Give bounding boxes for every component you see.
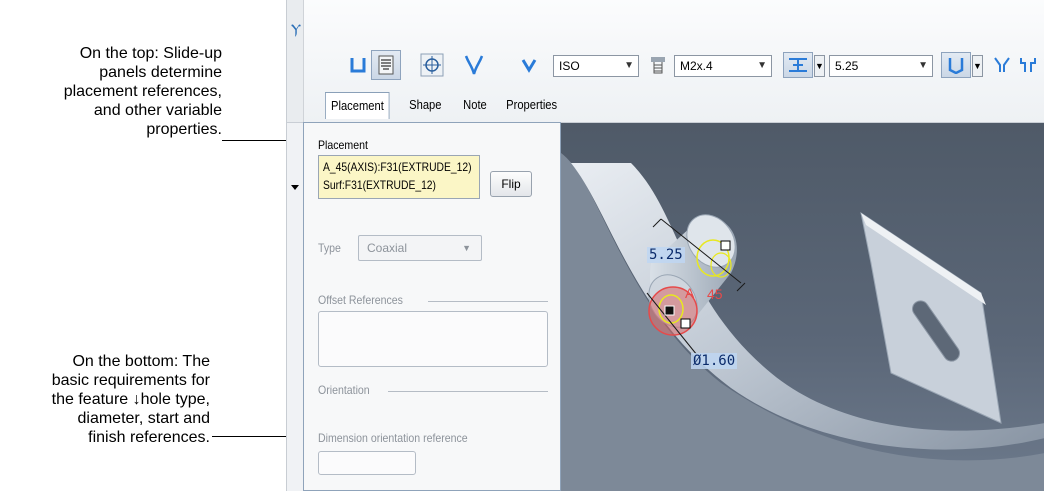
axis-number-label: 45 [707, 286, 723, 302]
chevron-down-icon [291, 185, 299, 190]
drill-depth-icon[interactable] [941, 52, 971, 78]
slideup-tab-bar: Placement Shape Note Properties [325, 92, 577, 119]
dimension-orientation-collector[interactable] [318, 451, 416, 475]
callout-line: panels determine [99, 64, 222, 81]
hole-dashboard: Ⲩ ISO ▼ M2x.4 ▼ ▼ 5.25 ▼ ▼ Placement Sha… [287, 0, 1044, 123]
callout-line: On the bottom: The [72, 353, 210, 370]
countersink-icon[interactable] [991, 50, 1013, 80]
screw-size-value: M2x.4 [680, 59, 713, 73]
diameter-drag-handle [680, 318, 691, 329]
placement-panel: Placement A_45(AXIS):F31(EXTRUDE_12) Sur… [303, 122, 561, 491]
tab-shape[interactable]: Shape [404, 92, 447, 118]
depth-value: 5.25 [835, 59, 859, 73]
chevron-down-icon: ▼ [918, 60, 928, 71]
placement-type-value: Coaxial [367, 241, 408, 255]
callout-line: the feature ↓hole type, [51, 391, 210, 408]
bottom-callout: On the bottom: The basic requirements fo… [0, 352, 210, 447]
chevron-down-icon[interactable]: ▼ [972, 55, 983, 77]
offset-references-label: Offset References [318, 293, 403, 307]
dimension-orientation-label: Dimension orientation reference [318, 431, 468, 445]
tab-placement[interactable]: Placement [325, 92, 390, 119]
callout-line: properties. [146, 121, 222, 138]
orientation-label: Orientation [318, 383, 370, 397]
flip-button[interactable]: Flip [490, 171, 532, 197]
tab-note[interactable]: Note [458, 92, 492, 118]
screw-icon[interactable] [647, 50, 669, 80]
axis-name-label: A [685, 285, 695, 301]
graphics-window[interactable]: 5.25 A 45 Ø1.60 [561, 123, 1044, 491]
diameter-dimension-label[interactable]: Ø1.60 [691, 353, 738, 369]
primary-reference[interactable]: A_45(AXIS):F31(EXTRUDE_12) [323, 158, 472, 176]
type-label: Type [318, 241, 341, 255]
callout-line: diameter, start and [77, 410, 210, 427]
depth-dimension-label[interactable]: 5.25 [647, 247, 685, 263]
hole-feature-icon: Ⲩ [291, 22, 302, 38]
depth-blind-icon[interactable] [783, 52, 813, 78]
model-render [561, 153, 1044, 491]
placement-drag-handle [664, 305, 675, 316]
tab-properties[interactable]: Properties [501, 92, 562, 118]
standard-hole-icon[interactable] [371, 50, 401, 80]
thread-icon[interactable] [459, 50, 489, 80]
callout-line: On the top: Slide-up [79, 45, 222, 62]
sketch-hole-icon[interactable] [417, 50, 447, 80]
depth-drag-handle [720, 240, 731, 251]
dashboard-strip [287, 0, 304, 122]
bottom-callout-arrow [212, 436, 292, 437]
thread-standard-value: ISO [559, 59, 580, 73]
chevron-down-icon[interactable]: ▼ [814, 55, 825, 77]
secondary-reference[interactable]: Surf:F31(EXTRUDE_12) [323, 176, 454, 194]
chevron-down-icon: ▼ [757, 60, 767, 71]
divider [428, 301, 548, 302]
callout-line: placement references, [63, 83, 222, 100]
top-callout: On the top: Slide-up panels determine pl… [0, 44, 222, 139]
chevron-down-icon: ▼ [624, 60, 634, 71]
callout-line: finish references. [88, 429, 210, 446]
screw-size-select[interactable]: M2x.4 ▼ [674, 55, 772, 77]
placement-type-select[interactable]: Coaxial ▼ [358, 235, 482, 261]
simple-hole-icon[interactable] [343, 50, 373, 80]
counterbore-icon[interactable] [1017, 50, 1039, 80]
top-callout-arrow [222, 140, 292, 141]
offset-references-collector[interactable] [318, 311, 548, 367]
divider [388, 391, 548, 392]
placement-references-collector[interactable]: A_45(AXIS):F31(EXTRUDE_12) Surf:F31(EXTR… [318, 155, 480, 199]
tap-icon[interactable] [517, 50, 541, 80]
callout-line: and other variable [93, 102, 222, 119]
chevron-down-icon: ▼ [462, 243, 471, 253]
placement-section-title: Placement [318, 138, 368, 152]
thread-standard-select[interactable]: ISO ▼ [553, 55, 639, 77]
hole-tool-window: Ⲩ ISO ▼ M2x.4 ▼ ▼ 5.25 ▼ ▼ Placement Sha… [286, 0, 1044, 491]
depth-value-input[interactable]: 5.25 ▼ [829, 55, 933, 77]
callout-line: basic requirements for [51, 372, 210, 389]
